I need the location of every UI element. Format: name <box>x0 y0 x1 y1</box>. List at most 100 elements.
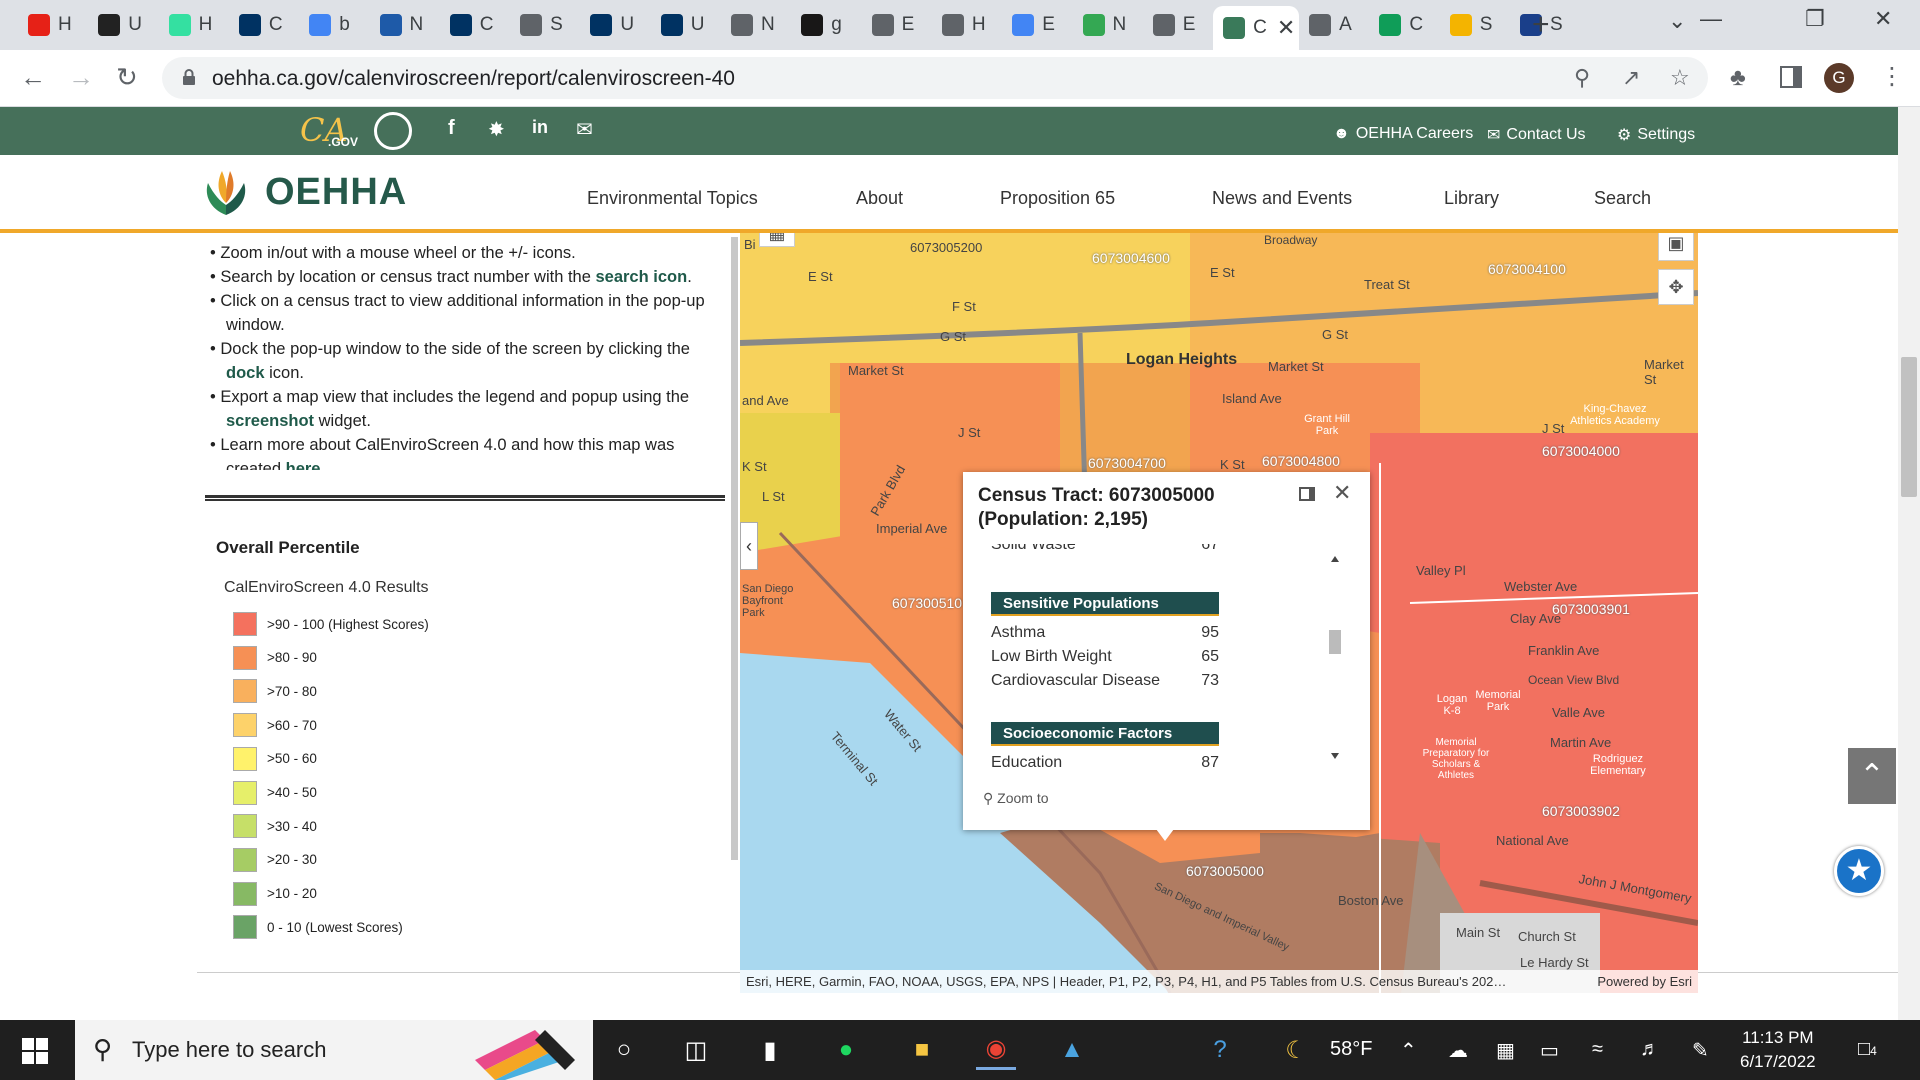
tab-title: U <box>128 14 143 35</box>
browser-tab[interactable]: N <box>721 6 791 44</box>
onedrive-icon[interactable]: ☁ <box>1448 1038 1468 1063</box>
battery-icon[interactable]: ▭ <box>1540 1038 1559 1063</box>
here-link[interactable]: here <box>286 460 321 470</box>
browser-tab[interactable]: H <box>18 6 88 44</box>
device-icon[interactable]: ▦ <box>1496 1038 1515 1063</box>
browser-tab[interactable]: S <box>510 6 580 44</box>
side-panel-icon[interactable] <box>1780 66 1802 88</box>
browser-tab[interactable]: b <box>299 6 369 44</box>
browser-tab[interactable]: C <box>1369 6 1439 44</box>
contact-link[interactable]: ✉ Contact Us <box>1487 125 1586 145</box>
forward-button[interactable]: → <box>68 62 94 93</box>
notebook-app-icon[interactable]: ▮ <box>750 1030 790 1070</box>
wifi-icon[interactable]: ≈ <box>1592 1038 1603 1061</box>
page-scrollbar[interactable] <box>1898 107 1920 1020</box>
weather-moon-icon[interactable]: ☾ <box>1276 1030 1316 1070</box>
browser-tab[interactable]: S <box>1440 6 1510 44</box>
browser-tab[interactable]: E <box>1002 6 1072 44</box>
facebook-icon[interactable]: f <box>448 117 455 140</box>
collapse-panel-button[interactable]: ‹ <box>740 522 758 570</box>
oehha-logo-icon[interactable] <box>200 165 252 217</box>
windows-start-icon[interactable] <box>22 1038 48 1064</box>
back-button[interactable]: ← <box>20 62 46 93</box>
browser-tab[interactable]: U <box>651 6 721 44</box>
volume-icon[interactable]: ♬ <box>1640 1038 1660 1061</box>
new-tab-button[interactable]: + <box>1532 8 1550 42</box>
nav-about[interactable]: About <box>856 188 903 209</box>
tab-search-icon[interactable]: ⌄ <box>1668 8 1686 34</box>
search-icon-link[interactable]: search icon <box>595 268 687 286</box>
profile-avatar[interactable]: G <box>1824 63 1854 93</box>
close-icon[interactable]: ✕ <box>1333 480 1351 506</box>
minimize-button[interactable]: — <box>1700 6 1722 32</box>
ca-state-seal-icon[interactable] <box>374 112 412 150</box>
taskbar-search-box[interactable]: ⚲ Type here to search <box>75 1020 593 1080</box>
weather-temp[interactable]: 58°F <box>1330 1038 1372 1061</box>
browser-tab[interactable]: U <box>88 6 158 44</box>
left-panel-scrollbar[interactable] <box>731 237 738 860</box>
zoom-icon[interactable]: ⚲ <box>1574 65 1590 91</box>
restore-button[interactable]: ❐ <box>1805 6 1825 32</box>
browser-menu-icon[interactable]: ⋮ <box>1880 62 1904 91</box>
browser-tab[interactable]: H <box>159 6 229 44</box>
nav-search[interactable]: Search <box>1594 188 1651 209</box>
pen-icon[interactable]: ✎ <box>1692 1038 1709 1063</box>
omnibox[interactable]: oehha.ca.gov/calenviroscreen/report/cale… <box>162 57 1708 99</box>
file-explorer-icon[interactable]: ■ <box>902 1030 942 1070</box>
careers-link[interactable]: ☻ OEHHA Careers <box>1333 125 1473 143</box>
nav-proposition-65[interactable]: Proposition 65 <box>1000 188 1115 209</box>
twitter-icon[interactable]: ✸ <box>488 117 505 142</box>
screenshot-link[interactable]: screenshot <box>226 412 314 430</box>
cortana-icon[interactable]: ○ <box>604 1030 644 1070</box>
email-icon[interactable]: ✉ <box>576 117 593 142</box>
map-label: Boston Ave <box>1338 893 1404 908</box>
browser-tab[interactable]: H <box>932 6 1002 44</box>
page-scrollbar-thumb[interactable] <box>1901 357 1917 497</box>
browser-tab[interactable]: C <box>440 6 510 44</box>
powered-by-esri[interactable]: Powered by Esri <box>1597 970 1692 993</box>
map-tool-button[interactable]: ▦ <box>759 233 795 247</box>
system-clock[interactable]: 11:13 PM 6/17/2022 <box>1740 1026 1816 1074</box>
oehha-logo-text[interactable]: OEHHA <box>265 171 407 214</box>
spotify-icon[interactable]: ● <box>826 1030 866 1070</box>
browser-tab-strip: H U H Cb N C S U U Ng E H E N E C ✕ A C S S <box>0 0 1920 50</box>
tab-title: C <box>1253 17 1267 38</box>
browser-tab[interactable]: C <box>229 6 299 44</box>
linkedin-icon[interactable]: in <box>532 117 548 138</box>
help-icon[interactable]: ? <box>1200 1030 1240 1070</box>
photos-icon[interactable]: ▲ <box>1052 1030 1092 1070</box>
browser-tab[interactable]: E <box>862 6 932 44</box>
legend-item: >90 - 100 (Highest Scores) <box>233 612 429 636</box>
browser-tab[interactable]: U <box>580 6 650 44</box>
tray-chevron-icon[interactable]: ⌃ <box>1400 1038 1417 1063</box>
browser-tab[interactable]: g <box>791 6 861 44</box>
magnifier-icon: ⚲ <box>983 790 994 806</box>
nav-library[interactable]: Library <box>1444 188 1499 209</box>
browser-tab[interactable]: N <box>370 6 440 44</box>
browser-tab[interactable]: E <box>1143 6 1213 44</box>
browser-tab[interactable]: C ✕ <box>1213 6 1300 50</box>
url-text[interactable]: oehha.ca.gov/calenviroscreen/report/cale… <box>212 67 735 91</box>
dock-link[interactable]: dock <box>226 364 265 382</box>
nav-environmental-topics[interactable]: Environmental Topics <box>587 188 758 209</box>
chrome-icon[interactable]: ◉ <box>976 1030 1016 1070</box>
accessibility-icon[interactable]: ★ <box>1834 846 1884 896</box>
close-tab-icon[interactable]: ✕ <box>1277 15 1295 41</box>
reload-button[interactable]: ↻ <box>116 62 138 93</box>
close-window-button[interactable]: ✕ <box>1874 6 1892 32</box>
browser-tab[interactable]: N <box>1073 6 1143 44</box>
extensions-icon[interactable]: ♣ <box>1730 64 1746 92</box>
screenshot-widget-button[interactable]: ▣ <box>1658 233 1694 261</box>
task-view-icon[interactable]: ◫ <box>676 1030 716 1070</box>
popup-scrollbar[interactable] <box>1326 550 1344 765</box>
dock-icon[interactable] <box>1299 487 1315 501</box>
back-to-top-button[interactable]: ⌃ <box>1848 748 1896 804</box>
browser-tab[interactable]: A <box>1299 6 1369 44</box>
nav-news-and-events[interactable]: News and Events <box>1212 188 1352 209</box>
notification-center-icon[interactable]: □4 <box>1858 1038 1877 1061</box>
share-icon[interactable]: ↗ <box>1622 65 1640 91</box>
bookmark-star-icon[interactable]: ☆ <box>1670 65 1690 91</box>
pan-icon[interactable]: ✥ <box>1658 269 1694 305</box>
zoom-to-button[interactable]: ⚲ Zoom to <box>983 790 1049 807</box>
settings-link[interactable]: ⚙ Settings <box>1617 125 1695 145</box>
